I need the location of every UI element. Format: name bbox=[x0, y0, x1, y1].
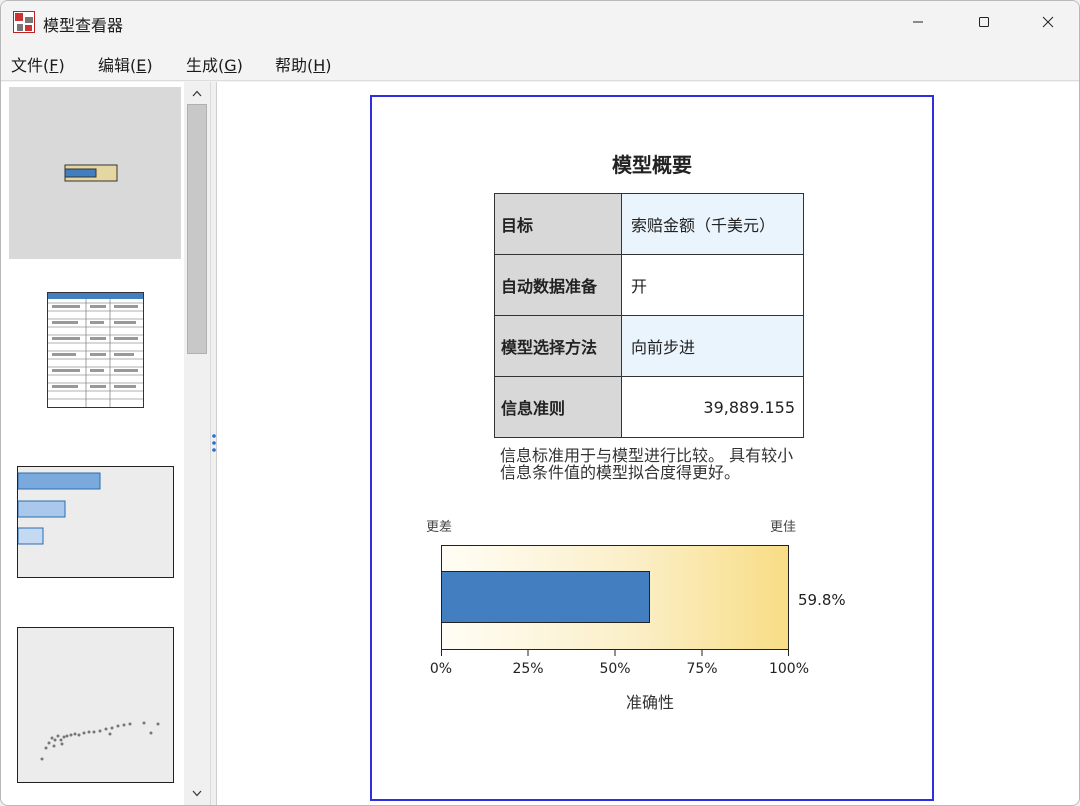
row-value: 开 bbox=[621, 254, 804, 316]
app-icon bbox=[13, 11, 35, 33]
minimize-button[interactable] bbox=[895, 1, 941, 43]
axis-tick-label: 75% bbox=[686, 661, 718, 677]
axis-tick-label: 50% bbox=[599, 661, 631, 677]
accuracy-axis-ticks bbox=[441, 650, 789, 656]
row-key: 模型选择方法 bbox=[494, 315, 622, 377]
axis-tick-label: 100% bbox=[768, 661, 810, 677]
title-bar: 模型查看器 bbox=[1, 1, 1079, 43]
maximize-icon bbox=[979, 17, 989, 27]
table-row: 自动数据准备 开 bbox=[494, 254, 804, 316]
chevron-up-icon bbox=[192, 90, 202, 96]
window-title: 模型查看器 bbox=[43, 16, 124, 35]
row-value: 向前步进 bbox=[621, 315, 804, 377]
scroll-down-button[interactable] bbox=[188, 784, 206, 802]
thumbnail-model-summary[interactable] bbox=[9, 87, 181, 259]
accuracy-chart-background bbox=[441, 545, 789, 650]
close-icon bbox=[1042, 16, 1054, 28]
menu-help[interactable]: 帮助(H) bbox=[275, 52, 332, 76]
table-thumbnail-icon bbox=[48, 293, 143, 407]
table-row: 信息准则 39,889.155 bbox=[494, 376, 804, 438]
model-summary-panel: 模型概要 目标 索赔金额（千美元） 自动数据准备 开 模型选择方法 向前步进 信… bbox=[370, 95, 934, 801]
row-value: 索赔金额（千美元） bbox=[621, 193, 804, 255]
chevron-down-icon bbox=[192, 790, 202, 796]
thumbnail-bar-chart[interactable] bbox=[17, 466, 174, 578]
axis-tick-label: 25% bbox=[512, 661, 544, 677]
table-row: 目标 索赔金额（千美元） bbox=[494, 193, 804, 255]
model-viewer-window: 模型查看器 文件(F) 编辑(E) 生成(G) 帮助(H) 模型概要 目标 索赔… bbox=[0, 0, 1080, 806]
menu-edit[interactable]: 编辑(E) bbox=[98, 52, 153, 76]
row-key: 目标 bbox=[494, 193, 622, 255]
accuracy-bar-thumbnail-icon bbox=[64, 164, 118, 182]
thumbnail-pane bbox=[1, 82, 210, 805]
close-button[interactable] bbox=[1025, 1, 1071, 43]
row-value: 39,889.155 bbox=[621, 376, 804, 438]
accuracy-axis-title: 准确性 bbox=[625, 693, 674, 712]
model-summary-table: 目标 索赔金额（千美元） 自动数据准备 开 模型选择方法 向前步进 信息准则 3… bbox=[494, 193, 804, 438]
minimize-icon bbox=[913, 21, 923, 23]
accuracy-value-label: 59.8% bbox=[798, 591, 846, 609]
scrollbar-thumb[interactable] bbox=[187, 104, 207, 354]
maximize-button[interactable] bbox=[961, 1, 1007, 43]
table-row: 模型选择方法 向前步进 bbox=[494, 315, 804, 377]
thumbnail-scatter-plot[interactable] bbox=[17, 627, 174, 783]
better-label: 更佳 bbox=[770, 520, 797, 535]
row-key: 信息准则 bbox=[494, 376, 622, 438]
scatter-plot-thumbnail-icon bbox=[40, 721, 160, 761]
main-view-pane: 模型概要 目标 索赔金额（千美元） 自动数据准备 开 模型选择方法 向前步进 信… bbox=[216, 82, 1079, 805]
scroll-up-button[interactable] bbox=[188, 84, 206, 102]
model-summary-title: 模型概要 bbox=[612, 153, 692, 177]
information-criterion-note: 信息标准用于与模型进行比较。 具有较小信息条件值的模型拟合度得更好。 bbox=[500, 446, 794, 482]
bar-chart-thumbnail-icon bbox=[17, 472, 101, 545]
menu-file[interactable]: 文件(F) bbox=[11, 52, 65, 76]
menu-generate[interactable]: 生成(G) bbox=[186, 52, 243, 76]
thumbnail-scrollbar[interactable] bbox=[184, 82, 210, 805]
menu-bar: 文件(F) 编辑(E) 生成(G) 帮助(H) bbox=[1, 43, 1079, 81]
row-key: 自动数据准备 bbox=[494, 254, 622, 316]
axis-tick-label: 0% bbox=[429, 661, 453, 677]
accuracy-bar bbox=[442, 571, 651, 623]
thumbnail-table[interactable] bbox=[47, 292, 144, 408]
worse-label: 更差 bbox=[426, 520, 453, 535]
